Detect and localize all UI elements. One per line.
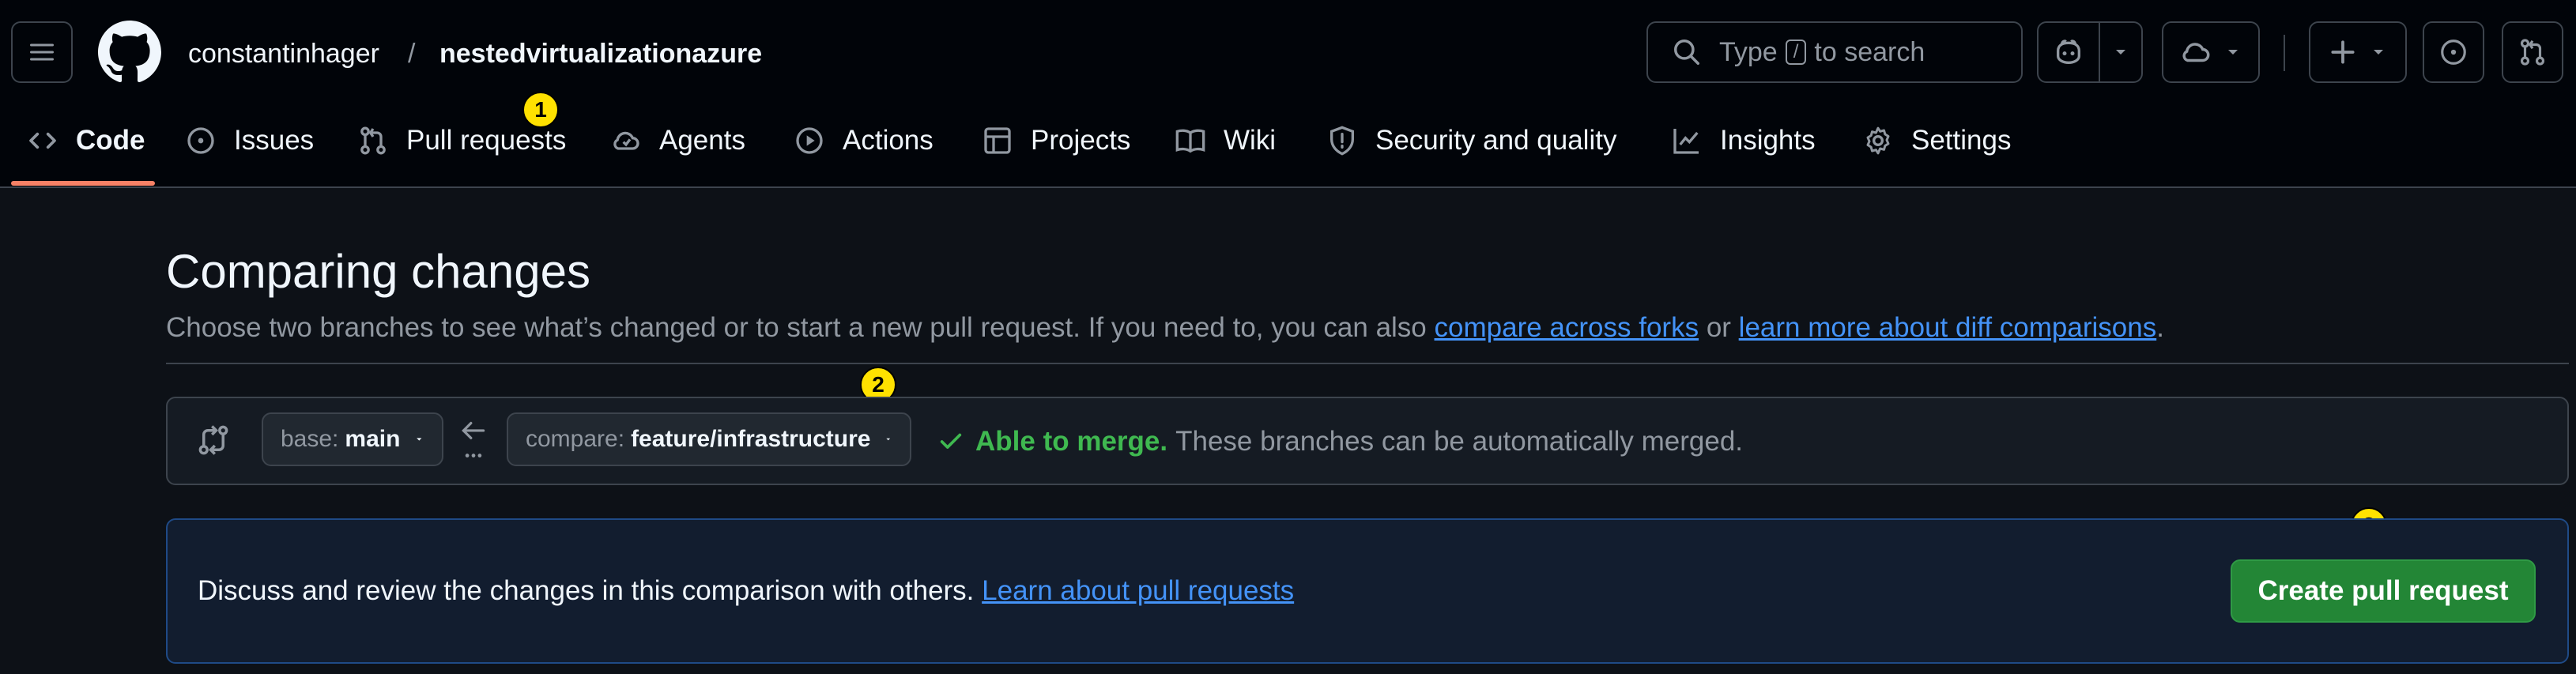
tab-wiki-label: Wiki	[1224, 125, 1277, 156]
issue-icon	[187, 127, 214, 154]
triangle-down-icon	[417, 438, 422, 441]
selected-tab-indicator	[11, 181, 155, 186]
book-icon	[1175, 129, 1205, 153]
tab-issues[interactable]: Issues	[185, 119, 314, 163]
learn-pull-requests-link[interactable]: Learn about pull requests	[982, 575, 1294, 606]
search-input[interactable]: Type / to search	[1646, 21, 2023, 83]
tab-actions[interactable]: Actions	[794, 119, 933, 163]
copilot-dropdown-button[interactable]	[2099, 21, 2143, 83]
tab-insights-label: Insights	[1720, 125, 1816, 156]
subtitle-or: or	[1706, 312, 1731, 343]
copilot-button[interactable]	[2037, 21, 2100, 83]
cloud-button[interactable]	[2162, 21, 2260, 83]
tab-projects-label: Projects	[1031, 125, 1131, 156]
header-divider	[2284, 35, 2285, 71]
tab-actions-label: Actions	[843, 125, 933, 156]
discuss-text: Discuss and review the changes in this c…	[198, 575, 975, 606]
tab-insights[interactable]: Insights	[1671, 119, 1816, 163]
triangle-down-icon	[2374, 50, 2383, 55]
merge-status-detail: These branches can be automatically merg…	[1175, 426, 1744, 457]
github-logo-icon[interactable]	[98, 21, 161, 84]
hamburger-icon	[30, 43, 54, 61]
repo-link[interactable]: nestedvirtualizationazure	[439, 33, 762, 74]
page-title: Comparing changes	[166, 245, 590, 298]
subtitle-text: Choose two branches to see what’s change…	[166, 312, 1427, 343]
create-pull-request-button[interactable]: Create pull request	[2231, 559, 2536, 623]
triangle-down-icon	[2116, 50, 2125, 55]
subtitle-end: .	[2156, 312, 2164, 343]
arrow-left-icon	[458, 416, 488, 463]
graph-icon	[1673, 129, 1699, 154]
search-placeholder-suffix: to search	[1814, 36, 1925, 67]
tab-settings[interactable]: Settings	[1862, 119, 2011, 163]
tab-pull-requests-label: Pull requests	[406, 125, 567, 156]
marker-badge: 1	[522, 92, 559, 128]
shield-icon	[1330, 126, 1354, 156]
tab-security[interactable]: Security and quality	[1326, 119, 1616, 163]
your-pull-requests-button[interactable]	[2502, 21, 2563, 83]
pull-request-icon	[360, 126, 386, 155]
compare-across-forks-link[interactable]: compare across forks	[1435, 312, 1699, 343]
compare-value: feature/infrastructure	[631, 426, 871, 452]
tab-projects[interactable]: Projects	[982, 119, 1130, 163]
search-icon	[1674, 40, 1699, 65]
tab-wiki[interactable]: Wiki	[1175, 119, 1276, 163]
plus-icon	[2331, 40, 2355, 64]
git-pull-request-icon	[2520, 39, 2545, 66]
tab-issues-label: Issues	[234, 125, 315, 156]
menu-button[interactable]	[11, 21, 73, 83]
search-shortcut-key: /	[1785, 40, 1807, 65]
global-header: constantinhager / nestedvirtualizationaz…	[0, 0, 2576, 188]
tab-agents[interactable]: Agents	[610, 119, 745, 163]
agents-icon	[613, 131, 639, 150]
create-pr-text: Discuss and review the changes in this c…	[198, 570, 1294, 612]
page-subtitle: Choose two branches to see what’s change…	[166, 307, 2164, 348]
create-new-button[interactable]	[2309, 21, 2407, 83]
tab-code-label: Code	[76, 125, 145, 156]
tab-agents-label: Agents	[659, 125, 745, 156]
your-issues-button[interactable]	[2423, 21, 2484, 83]
play-icon	[796, 127, 823, 154]
base-key: base:	[281, 426, 339, 452]
base-value: main	[345, 426, 401, 452]
check-icon	[940, 433, 962, 449]
compare-branch-select[interactable]: compare: feature/infrastructure	[507, 412, 911, 466]
breadcrumb-separator: /	[408, 39, 416, 69]
search-placeholder-prefix: Type	[1719, 36, 1778, 67]
gear-icon	[1866, 126, 1890, 155]
cloud-icon	[2182, 43, 2210, 62]
tab-settings-label: Settings	[1911, 125, 2012, 156]
table-icon	[984, 127, 1011, 154]
git-compare-icon	[197, 424, 230, 457]
issue-opened-icon	[2441, 40, 2466, 65]
merge-status: Able to merge. These branches can be aut…	[937, 421, 1743, 462]
owner-link[interactable]: constantinhager	[188, 33, 379, 74]
triangle-down-icon	[2228, 50, 2238, 55]
merge-status-label: Able to merge.	[975, 426, 1168, 457]
tab-code[interactable]: Code	[27, 119, 145, 163]
copilot-icon	[2057, 40, 2080, 65]
tab-security-label: Security and quality	[1375, 125, 1617, 156]
triangle-down-icon	[886, 438, 891, 441]
divider	[166, 363, 2569, 364]
diff-comparisons-link[interactable]: learn more about diff comparisons	[1739, 312, 2157, 343]
compare-key: compare:	[526, 426, 625, 452]
base-branch-select[interactable]: base: main	[262, 412, 443, 466]
code-icon	[29, 132, 56, 149]
